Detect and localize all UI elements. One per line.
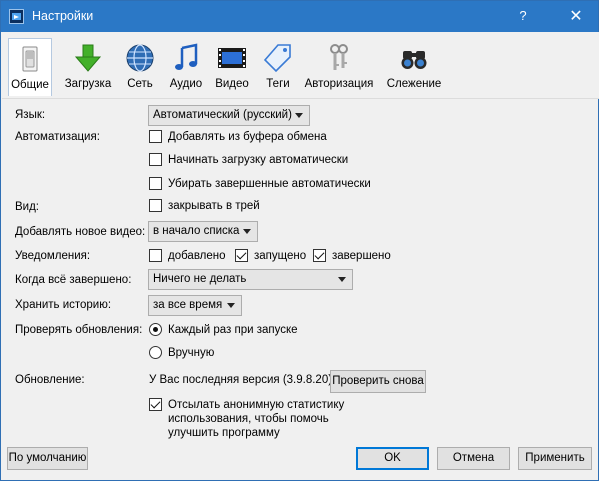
chevron-down-icon — [295, 113, 303, 118]
tag-icon — [263, 44, 291, 73]
history-label: Хранить историю: — [15, 299, 112, 311]
tab-tags[interactable]: Теги — [259, 38, 297, 96]
tab-download-label: Загрузка — [64, 78, 112, 90]
automation-clipboard-label: Добавлять из буфера обмена — [168, 130, 327, 143]
when-done-select-value: Ничего не делать — [153, 273, 247, 285]
app-icon — [9, 9, 24, 24]
check-updates-label: Проверять обновления: — [15, 324, 143, 336]
automation-autostart-option[interactable]: Начинать загрузку автоматически — [149, 153, 348, 166]
tab-audio-label: Аудио — [169, 78, 203, 90]
notify-finished-option[interactable]: завершено — [313, 249, 391, 262]
tab-general-label: Общие — [11, 79, 49, 91]
toolbar-divider — [2, 98, 599, 99]
automation-autostart-checkbox[interactable] — [149, 153, 162, 166]
music-note-icon — [175, 43, 198, 70]
chevron-down-icon — [243, 229, 251, 234]
history-select-value: за все время — [153, 299, 223, 311]
language-label: Язык: — [15, 109, 46, 121]
stats-label-line2: использования, чтобы помочь — [168, 413, 329, 425]
update-status-text: У Вас последняя версия (3.9.8.20) — [149, 374, 333, 386]
add-video-select-value: в начало списка — [153, 225, 240, 237]
cancel-button[interactable]: Отмена — [437, 447, 510, 470]
view-tray-label: закрывать в трей — [168, 199, 260, 212]
defaults-button[interactable]: По умолчанию — [7, 447, 88, 470]
stats-label: Отсылать анонимную статистику использова… — [168, 398, 344, 440]
automation-clipboard-checkbox[interactable] — [149, 130, 162, 143]
language-select-value: Автоматический (русский) — [153, 109, 292, 121]
notify-started-checkbox[interactable] — [235, 249, 248, 262]
title-bar[interactable]: Настройки ? ✕ — [1, 1, 598, 32]
automation-autostart-label: Начинать загрузку автоматически — [168, 153, 349, 166]
tab-general[interactable]: Общие — [8, 38, 52, 96]
notify-added-checkbox[interactable] — [149, 249, 162, 262]
tab-video[interactable]: Видео — [212, 38, 252, 96]
binoculars-icon — [401, 51, 427, 69]
stats-checkbox[interactable] — [149, 398, 162, 411]
updates-manual-option[interactable]: Вручную — [149, 346, 214, 359]
automation-remove-finished-checkbox[interactable] — [149, 177, 162, 190]
help-button[interactable]: ? — [513, 6, 533, 26]
download-arrow-icon — [74, 44, 102, 72]
chevron-down-icon — [227, 303, 235, 308]
add-video-select[interactable]: в начало списка — [148, 221, 258, 242]
tab-network-label: Сеть — [127, 78, 153, 90]
stats-option[interactable]: Отсылать анонимную статистику использова… — [149, 398, 344, 440]
tab-network[interactable]: Сеть — [122, 38, 158, 96]
automation-clipboard-option[interactable]: Добавлять из буфера обмена — [149, 130, 327, 143]
notifications-label: Уведомления: — [15, 250, 91, 262]
apply-button[interactable]: Применить — [518, 447, 592, 470]
keys-icon — [330, 44, 348, 70]
window-title: Настройки — [32, 9, 94, 23]
when-done-select[interactable]: Ничего не делать — [148, 269, 353, 290]
automation-remove-finished-option[interactable]: Убирать завершенные автоматически — [149, 177, 371, 190]
updates-manual-radio[interactable] — [149, 346, 162, 359]
add-video-label: Добавлять новое видео: — [15, 226, 146, 238]
automation-label: Автоматизация: — [15, 131, 100, 143]
network-globe-icon — [126, 44, 154, 72]
stats-label-line3: улучшить программу — [168, 427, 280, 439]
updates-manual-label: Вручную — [168, 346, 215, 359]
notify-started-option[interactable]: запущено — [235, 249, 306, 262]
check-again-button[interactable]: Проверить снова — [330, 370, 426, 393]
tab-tags-label: Теги — [266, 78, 290, 90]
tab-authorization[interactable]: Авторизация — [302, 38, 376, 96]
updates-each-start-radio[interactable] — [149, 323, 162, 336]
tab-authorization-label: Авторизация — [304, 78, 374, 90]
stats-label-line1: Отсылать анонимную статистику — [168, 399, 345, 411]
view-tray-option[interactable]: закрывать в трей — [149, 199, 260, 212]
tab-download[interactable]: Загрузка — [59, 38, 117, 96]
tab-tracking-label: Слежение — [386, 78, 442, 90]
close-button[interactable]: ✕ — [554, 1, 598, 32]
updates-each-start-label: Каждый раз при запуске — [168, 323, 298, 336]
notify-started-label: запущено — [254, 249, 307, 262]
film-strip-icon — [218, 48, 246, 68]
general-switch-icon — [22, 46, 38, 72]
updates-each-start-option[interactable]: Каждый раз при запуске — [149, 323, 298, 336]
automation-remove-finished-label: Убирать завершенные автоматически — [168, 177, 371, 190]
notify-finished-label: завершено — [332, 249, 391, 262]
settings-window: Настройки ? ✕ Общие Загрузка Сеть Аудио … — [0, 0, 599, 481]
tab-tracking[interactable]: Слежение — [384, 38, 444, 96]
history-select[interactable]: за все время — [148, 295, 242, 316]
notify-added-label: добавлено — [168, 249, 226, 262]
language-select[interactable]: Автоматический (русский) — [148, 105, 310, 126]
settings-toolbar: Общие Загрузка Сеть Аудио Видео Теги Авт… — [2, 32, 599, 98]
update-label: Обновление: — [15, 374, 85, 386]
view-label: Вид: — [15, 201, 39, 213]
when-done-label: Когда всё завершено: — [15, 274, 132, 286]
notify-finished-checkbox[interactable] — [313, 249, 326, 262]
tab-video-label: Видео — [215, 78, 249, 90]
chevron-down-icon — [338, 277, 346, 282]
view-tray-checkbox[interactable] — [149, 199, 162, 212]
tab-audio[interactable]: Аудио — [166, 38, 206, 96]
ok-button[interactable]: OK — [356, 447, 429, 470]
notify-added-option[interactable]: добавлено — [149, 249, 226, 262]
